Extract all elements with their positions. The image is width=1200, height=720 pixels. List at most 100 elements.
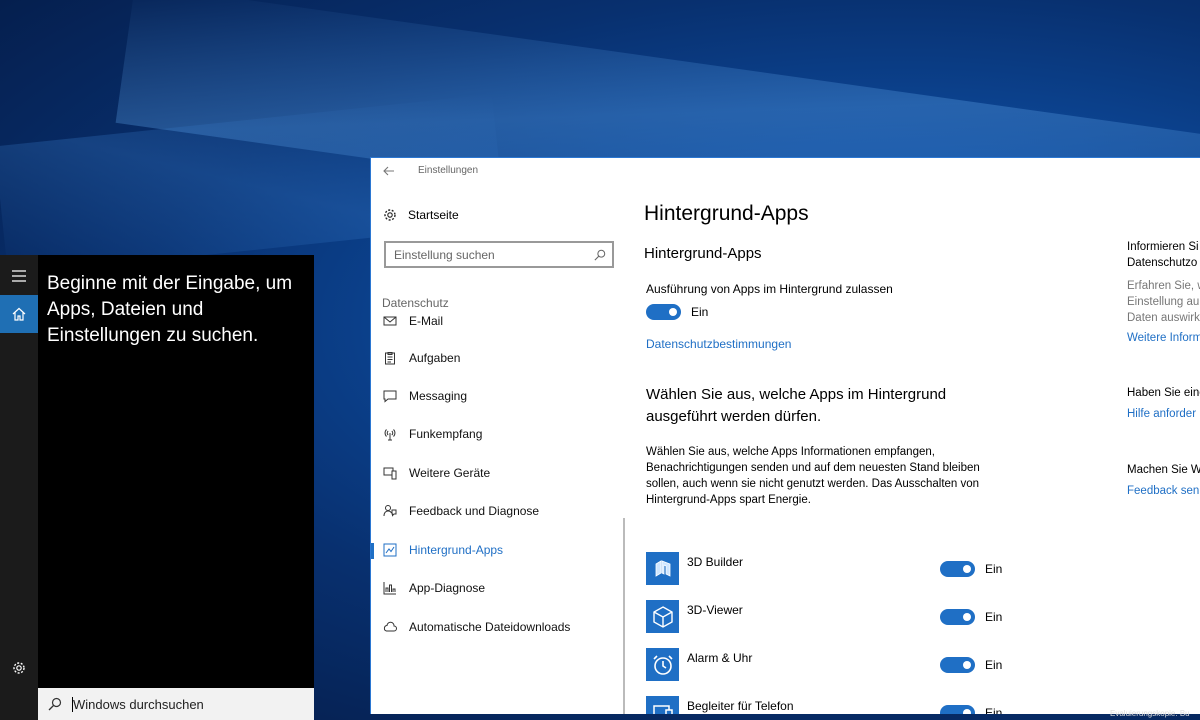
related-panel: Informieren Si Datenschutzo Erfahren Sie…	[1127, 186, 1200, 714]
toggle-knob	[963, 709, 971, 714]
sidebar-item-hintergrund-apps[interactable]: Hintergrund-Apps	[371, 535, 623, 565]
app-toggle-group: Ein	[940, 609, 1002, 625]
app-toggle[interactable]	[940, 705, 975, 714]
list-item: 3D-Viewer Ein	[646, 600, 1046, 634]
background-apps-icon	[383, 543, 397, 557]
app-tile	[646, 552, 679, 585]
sidebar-item-label: Weitere Geräte	[409, 466, 491, 480]
feedback-icon	[383, 505, 397, 517]
nav-home-label: Startseite	[408, 208, 459, 222]
page-title: Hintergrund-Apps	[644, 202, 809, 225]
settings-nav: Startseite Einstellung suchen Datenschut…	[371, 186, 623, 714]
evaluation-watermark: Evaluierungskopie. Bu	[1110, 709, 1190, 718]
sidebar-item-dateidownloads[interactable]: Automatische Dateidownloads	[371, 612, 623, 642]
main-content: Hintergrund-Apps Hintergrund-Apps Ausfüh…	[644, 186, 1084, 714]
hamburger-icon	[12, 270, 26, 282]
choose-apps-description: Wählen Sie aus, welche Apps Informatione…	[646, 446, 980, 506]
cloud-icon	[383, 621, 397, 632]
settings-window: Einstellungen Startseite Einstellung suc…	[370, 157, 1200, 714]
more-info-link[interactable]: Weitere Inform	[1127, 332, 1200, 344]
app-name: 3D Builder	[687, 555, 744, 569]
sidebar-item-label: Hintergrund-Apps	[409, 543, 504, 557]
gear-icon	[384, 209, 396, 221]
app-name: 3D-Viewer	[687, 603, 743, 617]
app-toggle-group: Ein	[940, 705, 1002, 714]
sidebar-item-messaging[interactable]: Messaging	[371, 381, 623, 411]
section-title: Hintergrund-Apps	[644, 245, 762, 262]
window-title: Einstellungen	[418, 165, 479, 176]
gear-icon	[13, 662, 25, 674]
allow-background-toggle-group: Ein	[646, 304, 708, 320]
sidebar-item-feedback[interactable]: Feedback und Diagnose	[371, 496, 623, 526]
app-tile	[646, 648, 679, 681]
taskbar-search-box[interactable]: Windows durchsuchen	[38, 688, 314, 720]
sidebar-item-label: E-Mail	[409, 314, 444, 328]
toggle-state-label: Ein	[985, 610, 1003, 624]
help-link[interactable]: Hilfe anforder	[1127, 408, 1196, 420]
app-name: Alarm & Uhr	[687, 651, 753, 665]
nav-list: E-Mail Aufgaben Messaging Funkempfang We…	[371, 312, 623, 692]
sidebar-item-label: App-Diagnose	[409, 581, 486, 595]
sidebar-item-weitere-geraete[interactable]: Weitere Geräte	[371, 458, 623, 488]
mail-icon	[383, 316, 397, 326]
list-item: Alarm & Uhr Ein	[646, 648, 1046, 682]
sidebar-item-label: Messaging	[409, 389, 468, 403]
info-heading-line: Informieren Si	[1127, 241, 1199, 253]
settings-button[interactable]	[0, 649, 38, 687]
toggle-knob	[963, 565, 971, 573]
app-tile	[646, 600, 679, 633]
allow-background-label: Ausführung von Apps im Hintergrund zulas…	[646, 282, 893, 296]
devices-icon	[383, 467, 397, 480]
sidebar-item-funkempfang[interactable]: Funkempfang	[371, 419, 623, 449]
sidebar-item-label: Feedback und Diagnose	[409, 504, 540, 518]
scroll-divider	[623, 518, 625, 714]
toggle-knob	[963, 661, 971, 669]
sidebar-item-label: Funkempfang	[409, 427, 483, 441]
home-icon	[12, 307, 26, 321]
message-icon	[383, 390, 397, 403]
app-toggle[interactable]	[940, 609, 975, 625]
diagnose-icon	[383, 582, 396, 595]
toggle-state-label: Ein	[691, 305, 709, 319]
search-icon	[594, 249, 606, 261]
taskbar-search-placeholder: Windows durchsuchen	[73, 696, 204, 712]
list-item: 3D Builder Ein	[646, 552, 1046, 586]
choose-apps-heading: Wählen Sie aus, welche Apps im Hintergru…	[646, 386, 947, 425]
search-icon	[48, 697, 62, 711]
alarm-clock-icon	[652, 654, 673, 675]
feedback-link[interactable]: Feedback sen	[1127, 485, 1199, 497]
toggle-knob	[669, 308, 677, 316]
app-toggle[interactable]	[940, 561, 975, 577]
question-heading: Haben Sie eine	[1127, 387, 1200, 399]
nav-section-heading: Datenschutz	[382, 296, 449, 310]
settings-search-input[interactable]: Einstellung suchen	[384, 241, 614, 268]
privacy-link[interactable]: Datenschutzbestimmungen	[646, 337, 791, 351]
3d-viewer-icon	[652, 605, 673, 628]
home-button[interactable]	[0, 295, 38, 333]
clipboard-icon	[385, 352, 395, 365]
list-item: Begleiter für Telefon Ein	[646, 696, 1046, 714]
sidebar-item-label: Aufgaben	[409, 351, 461, 365]
toggle-state-label: Ein	[985, 658, 1003, 672]
app-tile	[646, 696, 679, 714]
info-heading-line: Datenschutzo	[1127, 257, 1198, 269]
back-button[interactable]	[383, 164, 395, 179]
app-toggle-group: Ein	[940, 561, 1002, 577]
nav-home-link[interactable]: Startseite	[383, 208, 459, 222]
allow-background-toggle[interactable]	[646, 304, 681, 320]
sidebar-item-email[interactable]: E-Mail	[371, 312, 623, 336]
active-indicator	[371, 543, 374, 559]
app-toggle-group: Ein	[940, 657, 1002, 673]
antenna-icon	[384, 429, 396, 441]
sidebar-item-aufgaben[interactable]: Aufgaben	[371, 343, 623, 373]
info-text-line: Daten auswirk	[1127, 312, 1200, 324]
sidebar-item-label: Automatische Dateidownloads	[409, 620, 571, 634]
cortana-panel: Beginne mit der Eingabe, um Apps, Dateie…	[38, 255, 314, 688]
settings-search-placeholder: Einstellung suchen	[394, 247, 495, 262]
title-bar: Einstellungen	[371, 158, 1200, 186]
app-toggle[interactable]	[940, 657, 975, 673]
sidebar-item-app-diagnose[interactable]: App-Diagnose	[371, 573, 623, 603]
start-rail	[0, 255, 38, 720]
toggle-knob	[963, 613, 971, 621]
hamburger-menu-button[interactable]	[0, 257, 38, 295]
